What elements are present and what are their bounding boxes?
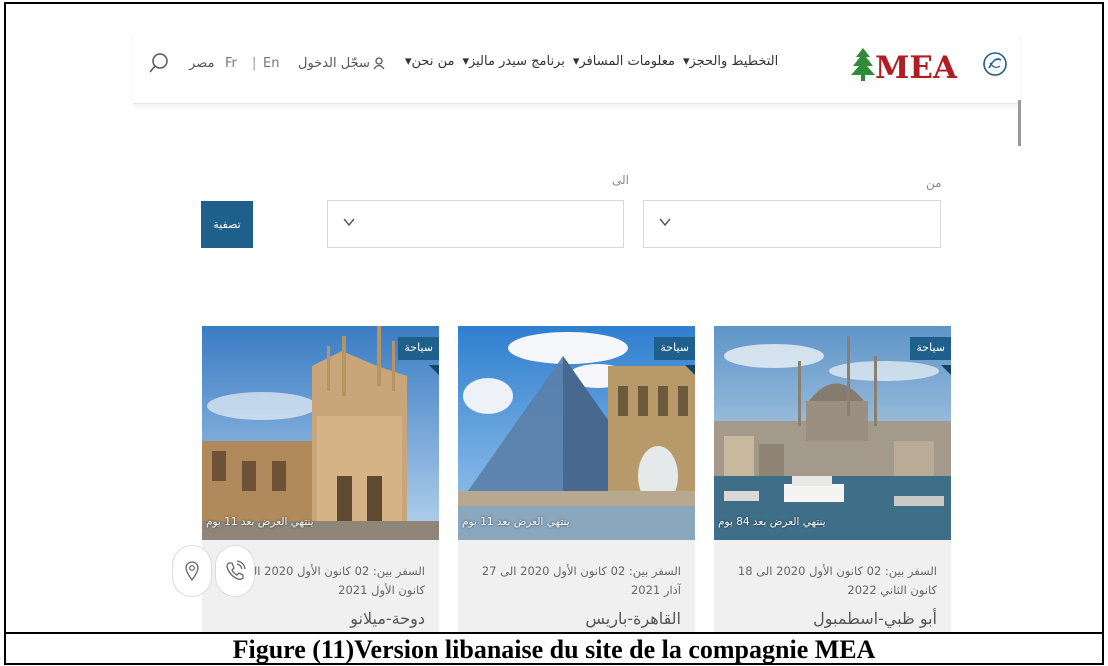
lang-fr-link[interactable]: Fr: [225, 56, 237, 71]
frame-border-right: [1102, 2, 1104, 664]
login-link[interactable]: سجّل الدخول: [298, 56, 385, 71]
location-button[interactable]: [172, 545, 212, 597]
offer-tag: سياحة: [654, 337, 695, 360]
cedar-logo-icon: [851, 48, 875, 81]
offer-tag-fold: [429, 365, 439, 375]
offer-tag-fold: [941, 365, 951, 375]
nav-about-us[interactable]: من نحن▾: [405, 54, 454, 69]
phone-button[interactable]: [215, 545, 255, 597]
search-icon[interactable]: [149, 52, 169, 74]
to-select[interactable]: [327, 200, 624, 248]
offer-destination[interactable]: القاهرة-باريس: [585, 609, 681, 628]
offer-tag-fold: [685, 365, 695, 375]
nav-planning-booking[interactable]: التخطيط والحجز▾: [683, 54, 778, 69]
offer-expiry: ينتهي العرض بعد 84 يوم: [718, 516, 826, 528]
offer-expiry: ينتهي العرض بعد 11 يوم: [462, 516, 570, 528]
from-label: من: [926, 176, 942, 190]
offer-tag: سياحة: [398, 337, 439, 360]
from-select[interactable]: [643, 200, 941, 248]
offer-tag: سياحة: [910, 337, 951, 360]
offer-destination[interactable]: دوحة-ميلانو: [350, 609, 425, 628]
site-header: مصر Fr | En سجّل الدخول التخطيط والحجز▾ …: [133, 32, 1020, 104]
filter-button[interactable]: تصفية: [201, 201, 253, 248]
country-selector[interactable]: مصر: [189, 56, 214, 71]
mea-logo[interactable]: MEA: [849, 44, 1009, 84]
offer-card-istanbul[interactable]: سياحة ينتهي العرض بعد 84 يوم السفر بين: …: [714, 326, 951, 632]
offer-travel-dates: السفر بين: 02 كانون الأول 2020 الى 27 آذ…: [481, 564, 681, 597]
frame-border-top: [4, 2, 1104, 4]
phone-icon: [226, 560, 246, 580]
chevron-down-icon: [343, 218, 355, 227]
to-label: الى: [612, 173, 629, 187]
user-icon: [373, 57, 385, 70]
offer-card-paris[interactable]: سياحة ينتهي العرض بعد 11 يوم السفر بين: …: [458, 326, 695, 632]
lang-en-link[interactable]: En: [263, 56, 279, 71]
nav-cedar-miles[interactable]: برنامج سيدر ماليز▾: [462, 54, 564, 69]
figure-caption: Figure (11)Version libanaise du site de …: [232, 635, 876, 664]
chevron-down-icon: [659, 218, 671, 227]
skyteam-icon: [983, 52, 1007, 76]
location-pin-icon: [185, 561, 199, 582]
scrollbar[interactable]: [1018, 100, 1021, 146]
login-label: سجّل الدخول: [298, 56, 370, 71]
mea-wordmark: MEA: [875, 50, 958, 84]
offer-travel-dates: السفر بين: 02 كانون الأول 2020 الى 18 كا…: [737, 564, 937, 597]
offer-expiry: ينتهي العرض بعد 11 يوم: [206, 516, 314, 528]
nav-traveller-info[interactable]: معلومات المسافر▾: [573, 54, 675, 69]
lang-separator: |: [252, 56, 257, 71]
frame-border-left: [4, 2, 6, 664]
offer-destination[interactable]: أبو ظبي-اسطمبول: [813, 609, 937, 628]
main-nav: التخطيط والحجز▾ معلومات المسافر▾ برنامج …: [405, 54, 778, 69]
